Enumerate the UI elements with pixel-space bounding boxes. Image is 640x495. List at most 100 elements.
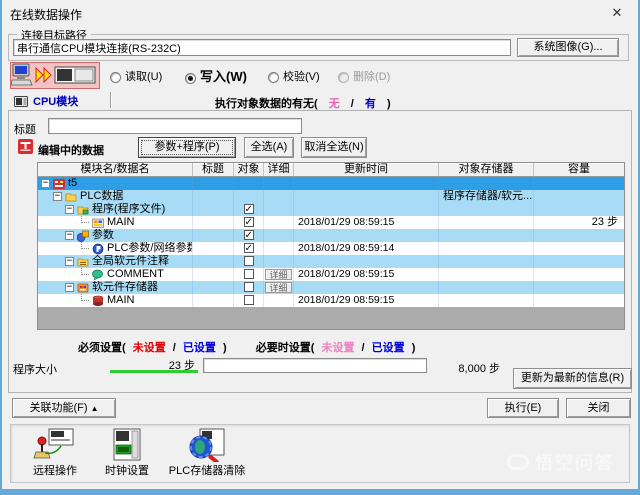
project-icon [53, 178, 65, 190]
optional-set: 已设置 [372, 342, 405, 354]
row-label: PLC数据 [80, 190, 123, 203]
optional-prefix: 必要时设置( [256, 342, 315, 354]
col-capacity[interactable]: 容量 [534, 163, 624, 176]
table-row-device-memory-group[interactable]: − 软元件存储器 详细 [38, 281, 624, 294]
deselect-all-button[interactable]: 取消全选(N) [301, 137, 367, 158]
online-data-operation-dialog: 在线数据操作 ✕ 连接目标路径 系统图像(G)... 读取(U) 写入(W) 校… [0, 0, 640, 495]
title-field[interactable] [48, 118, 302, 134]
target-memory-value: 程序存储器/软元... [439, 190, 534, 203]
tab-cpu-module[interactable]: CPU模块 [14, 93, 78, 109]
tab-divider [110, 92, 111, 108]
detail-button[interactable]: 详细 [265, 282, 292, 293]
watermark-text: 悟空问答 [535, 449, 615, 475]
table-row-plc-data[interactable]: − PLC数据 程序存储器/软元... [38, 190, 624, 203]
tree-connector [81, 242, 89, 249]
presence-separator: / [351, 98, 354, 110]
radio-write-circle[interactable] [185, 73, 196, 84]
execute-button[interactable]: 执行(E) [487, 398, 559, 418]
target-checkbox[interactable] [244, 282, 254, 292]
collapse-icon[interactable]: − [65, 257, 74, 266]
collapse-icon[interactable]: − [65, 205, 74, 214]
target-checkbox[interactable] [244, 256, 254, 266]
radio-verify-label: 校验(V) [283, 71, 320, 83]
folder-icon [65, 191, 77, 203]
refresh-info-button[interactable]: 更新为最新的信息(R) [513, 368, 632, 389]
connection-path-field[interactable] [13, 39, 511, 56]
radio-verify[interactable]: 校验(V) [268, 68, 320, 84]
collapse-icon[interactable]: − [65, 283, 74, 292]
table-row-main-program[interactable]: MAIN 2018/01/29 08:59:15 23 步 [38, 216, 624, 229]
collapse-icon[interactable]: − [53, 192, 62, 201]
col-title[interactable]: 标题 [193, 163, 234, 176]
optional-not-set: 未设置 [321, 342, 354, 354]
target-checkbox[interactable] [244, 230, 254, 240]
target-checkbox[interactable] [244, 295, 254, 305]
radio-read-label: 读取(U) [125, 71, 162, 83]
close-icon[interactable]: ✕ [608, 5, 626, 21]
radio-delete-label: 删除(D) [353, 71, 390, 83]
focus-rect [141, 140, 233, 155]
program-size-bar [110, 370, 198, 373]
capacity-value: 23 步 [534, 216, 624, 229]
target-checkbox[interactable] [244, 204, 254, 214]
row-label: MAIN [107, 294, 135, 307]
tool-clock-settings[interactable]: 时钟设置 [95, 428, 159, 478]
update-time-value: 2018/01/29 08:59:15 [294, 294, 439, 307]
comment-icon [92, 269, 104, 281]
radio-read-circle[interactable] [110, 72, 121, 83]
radio-verify-circle[interactable] [268, 72, 279, 83]
parameter-group-icon [77, 230, 89, 242]
col-update-time[interactable]: 更新时间 [294, 163, 439, 176]
col-detail[interactable]: 详细 [264, 163, 294, 176]
presence-none: 无 [329, 98, 340, 110]
radio-write-label: 写入(W) [200, 69, 247, 84]
tool-plc-memory-clear[interactable]: PLC存储器清除 [159, 428, 255, 478]
window-border-left [0, 0, 2, 495]
detail-button[interactable]: 详细 [265, 269, 292, 280]
required-set: 已设置 [183, 342, 216, 354]
table-row-project[interactable]: − t5 [38, 177, 624, 190]
collapse-icon[interactable]: − [65, 231, 74, 240]
radio-write[interactable]: 写入(W) [185, 66, 247, 85]
target-checkbox[interactable] [244, 217, 254, 227]
presence-have: 有 [365, 98, 376, 110]
table-row-main-device[interactable]: MAIN 2018/01/29 08:59:15 [38, 294, 624, 307]
select-all-button[interactable]: 全选(A) [244, 137, 294, 158]
window-title: 在线数据操作 [10, 6, 82, 23]
title-field-label: 标题 [14, 121, 36, 137]
radio-read[interactable]: 读取(U) [110, 68, 162, 84]
target-checkbox[interactable] [244, 243, 254, 253]
radio-delete-circle [338, 72, 349, 83]
collapse-icon[interactable]: − [41, 179, 50, 188]
tool-plc-memory-clear-label: PLC存储器清除 [159, 462, 255, 478]
row-label: COMMENT [107, 268, 164, 281]
param-program-button[interactable]: 参数+程序(P) [138, 137, 236, 158]
system-image-button[interactable]: 系统图像(G)... [517, 38, 619, 57]
cpu-module-icon [14, 96, 28, 107]
radio-delete: 删除(D) [338, 68, 390, 84]
update-time-value: 2018/01/29 08:59:15 [294, 268, 439, 281]
col-target[interactable]: 对象 [234, 163, 264, 176]
related-functions-button[interactable]: 关联功能(F) ▲ [12, 398, 116, 418]
tool-remote-operation[interactable]: 远程操作 [23, 428, 87, 478]
table-row-plc-parameter[interactable]: PLC参数/网络参数 2018/01/29 08:59:14 [38, 242, 624, 255]
col-target-memory[interactable]: 对象存储器 [439, 163, 534, 176]
target-checkbox[interactable] [244, 269, 254, 279]
capacity-progress-bar [203, 358, 427, 373]
window-border-bottom [0, 489, 640, 495]
plc-memory-clear-icon [186, 428, 228, 462]
table-row-parameter-group[interactable]: − 参数 [38, 229, 624, 242]
table-row-comment[interactable]: COMMENT 详细 2018/01/29 08:59:15 [38, 268, 624, 281]
presence-suffix: ) [387, 98, 391, 110]
title-bar: 在线数据操作 ✕ [2, 0, 638, 26]
clock-settings-icon [110, 428, 144, 462]
close-button[interactable]: 关闭 [566, 398, 631, 418]
row-label: 软元件存储器 [92, 281, 158, 294]
table-row-global-comment-group[interactable]: − 全局软元件注释 [38, 255, 624, 268]
legend-separator: / [173, 342, 176, 354]
col-module-name[interactable]: 模块名/数据名 [38, 163, 193, 176]
presence-text: 执行对象数据的有无( 无 / 有 ) [215, 95, 391, 111]
presence-prefix: 执行对象数据的有无( [215, 98, 318, 110]
editing-data-label: 编辑中的数据 [38, 142, 104, 158]
table-row-program-group[interactable]: − 程序(程序文件) [38, 203, 624, 216]
